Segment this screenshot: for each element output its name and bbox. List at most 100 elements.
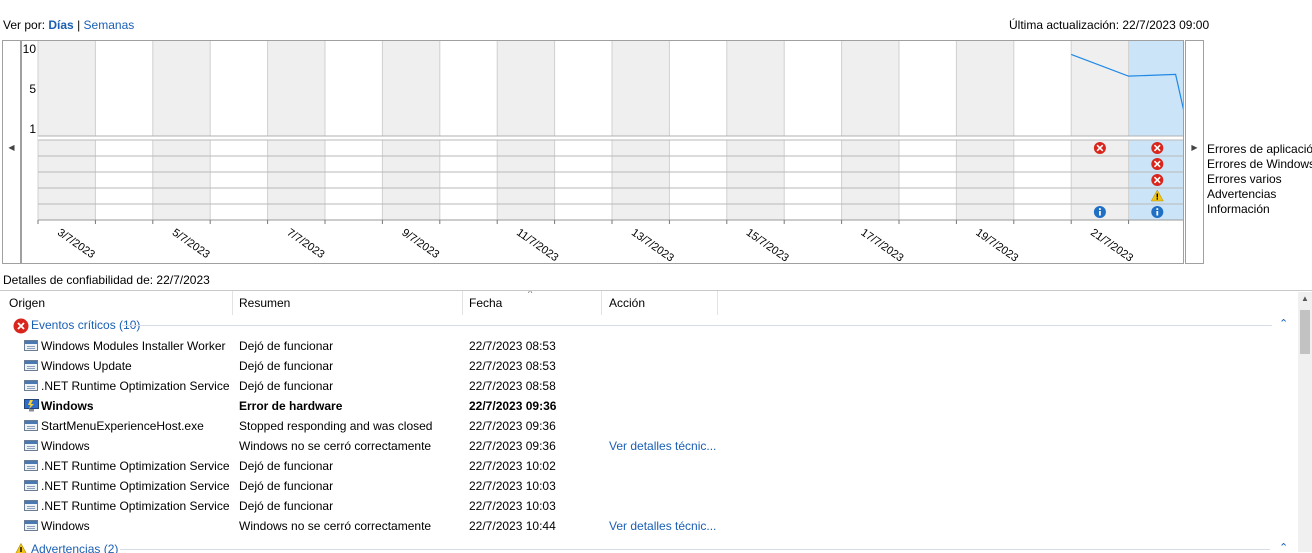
column-header-origen[interactable]: Origen xyxy=(0,291,233,315)
day-column xyxy=(210,41,268,220)
row-fecha: 22/7/2023 10:02 xyxy=(469,459,556,473)
table-row[interactable]: Windows Windows no se cerró correctamente… xyxy=(0,516,1298,536)
day-column xyxy=(38,41,96,220)
error-circle-icon xyxy=(13,318,29,334)
table-row[interactable]: .NET Runtime Optimization Service Dejó de… xyxy=(0,376,1298,396)
day-column xyxy=(152,41,211,220)
chevron-up-icon[interactable]: ⌃ xyxy=(1279,314,1288,334)
app-window-icon xyxy=(24,480,38,491)
day-column xyxy=(726,41,785,220)
row-fecha: 22/7/2023 10:44 xyxy=(469,519,556,533)
x-tick-label: 13/7/2023 xyxy=(629,227,676,263)
app-window-icon xyxy=(24,420,38,431)
table-vertical-scrollbar[interactable]: ▲ xyxy=(1298,292,1312,552)
day-column xyxy=(382,41,440,220)
x-tick-label: 5/7/2023 xyxy=(170,227,212,261)
table-row[interactable]: .NET Runtime Optimization Service Dejó de… xyxy=(0,496,1298,516)
row-origen: Windows xyxy=(41,439,90,453)
day-column xyxy=(841,41,899,220)
scroll-up-arrow[interactable]: ▲ xyxy=(1301,294,1309,303)
column-header-resumen[interactable]: Resumen xyxy=(233,291,463,315)
day-column xyxy=(784,41,842,220)
app-window-icon xyxy=(24,500,38,511)
chart-scroll-left-button[interactable]: ◀ xyxy=(2,40,21,264)
y-tick-1: 1 xyxy=(29,122,36,136)
table-row[interactable]: Windows Modules Installer Worker Dejó de … xyxy=(0,336,1298,356)
x-tick-label: 19/7/2023 xyxy=(973,227,1020,263)
info-circle-icon[interactable] xyxy=(1093,206,1106,218)
row-resumen: Dejó de funcionar xyxy=(239,479,334,493)
row-accion-link[interactable]: Ver detalles técnic... xyxy=(609,436,716,456)
view-separator: | xyxy=(77,18,81,32)
chevron-up-icon[interactable]: ⌃ xyxy=(1279,538,1288,553)
row-fecha: 22/7/2023 09:36 xyxy=(469,399,557,413)
events-table: Origen Resumen Fecha ^ Acción Eventos cr… xyxy=(0,290,1312,553)
table-row[interactable]: .NET Runtime Optimization Service Dejó de… xyxy=(0,456,1298,476)
day-column xyxy=(669,41,727,220)
table-row[interactable]: Windows Windows no se cerró correctamente… xyxy=(0,436,1298,456)
view-days-link[interactable]: Días xyxy=(48,18,73,32)
x-tick-label: 17/7/2023 xyxy=(859,227,906,263)
table-row[interactable]: .NET Runtime Optimization Service Dejó de… xyxy=(0,476,1298,496)
view-weeks-link[interactable]: Semanas xyxy=(84,18,135,32)
row-fecha: 22/7/2023 10:03 xyxy=(469,499,556,513)
day-column xyxy=(325,41,383,220)
row-accion-link[interactable]: Ver detalles técnic... xyxy=(609,516,716,536)
table-row[interactable]: Windows Update Dejó de funcionar 22/7/2023… xyxy=(0,356,1298,376)
row-origen: .NET Runtime Optimization Service xyxy=(41,459,230,473)
warnings-group-label: Advertencias (2) xyxy=(31,542,119,553)
row-origen: Windows xyxy=(41,519,90,533)
app-window-icon xyxy=(24,360,38,371)
day-column xyxy=(1071,41,1129,220)
x-tick-label: 3/7/2023 xyxy=(55,227,97,261)
last-update-text: Última actualización: 22/7/2023 09:00 xyxy=(1009,18,1210,32)
day-column xyxy=(497,41,555,220)
hardware-monitor-icon xyxy=(24,399,39,412)
row-origen: Windows xyxy=(41,399,94,413)
app-window-icon xyxy=(24,380,38,391)
row-fecha: 22/7/2023 08:58 xyxy=(469,379,556,393)
error-circle-icon[interactable] xyxy=(1151,158,1164,170)
row-fecha: 22/7/2023 08:53 xyxy=(469,339,556,353)
y-tick-10: 10 xyxy=(22,42,36,56)
critical-events-group[interactable]: Eventos críticos (10) ⌃ xyxy=(0,315,1298,335)
view-by-bar: Ver por: Días | Semanas xyxy=(3,18,134,32)
plot-separator xyxy=(38,136,1183,140)
info-circle-icon[interactable] xyxy=(1151,206,1164,218)
day-column xyxy=(554,41,612,220)
x-tick-label: 11/7/2023 xyxy=(514,227,560,263)
error-circle-icon[interactable] xyxy=(1151,174,1164,186)
legend-errores-windows: Errores de Windows xyxy=(1207,157,1312,171)
row-resumen: Dejó de funcionar xyxy=(239,379,334,393)
row-resumen: Dejó de funcionar xyxy=(239,359,334,373)
reliability-chart: 3/7/2023 5/7/2023 7/7/2023 9/7/2023 11/7/202… xyxy=(21,40,1184,264)
row-fecha: 22/7/2023 08:53 xyxy=(469,359,556,373)
column-header-fecha[interactable]: Fecha xyxy=(463,291,602,315)
row-fecha: 22/7/2023 09:36 xyxy=(469,439,556,453)
error-circle-icon[interactable] xyxy=(1093,142,1106,154)
row-origen: .NET Runtime Optimization Service xyxy=(41,379,230,393)
view-by-label: Ver por: xyxy=(3,18,46,32)
warnings-group[interactable]: Advertencias (2) ⌃ xyxy=(0,539,1298,553)
chevron-right-icon: ▶ xyxy=(1191,143,1198,152)
table-row[interactable]: StartMenuExperienceHost.exe Stopped respo… xyxy=(0,416,1298,436)
group-divider xyxy=(122,325,1272,326)
sort-ascending-icon: ^ xyxy=(528,290,533,298)
row-resumen: Error de hardware xyxy=(239,399,343,413)
x-tick-label: 9/7/2023 xyxy=(399,227,441,261)
table-row[interactable]: Windows Error de hardware 22/7/2023 09:36 xyxy=(0,396,1298,416)
reliability-details-label: Detalles de confiabilidad de: 22/7/2023 xyxy=(3,273,210,287)
scrollbar-thumb[interactable] xyxy=(1300,310,1310,354)
legend-informacion: Información xyxy=(1207,202,1270,216)
day-column xyxy=(95,41,153,220)
chart-scroll-right-button[interactable]: ▶ xyxy=(1185,40,1204,264)
legend-errores-aplicacion: Errores de aplicación xyxy=(1207,142,1312,156)
x-tick-label: 15/7/2023 xyxy=(744,227,791,263)
app-window-icon xyxy=(24,520,38,531)
row-resumen: Dejó de funcionar xyxy=(239,339,334,353)
day-column xyxy=(899,41,957,220)
error-circle-icon[interactable] xyxy=(1151,142,1164,154)
row-origen: .NET Runtime Optimization Service xyxy=(41,479,230,493)
column-header-accion[interactable]: Acción xyxy=(602,291,718,315)
day-column xyxy=(439,41,498,220)
